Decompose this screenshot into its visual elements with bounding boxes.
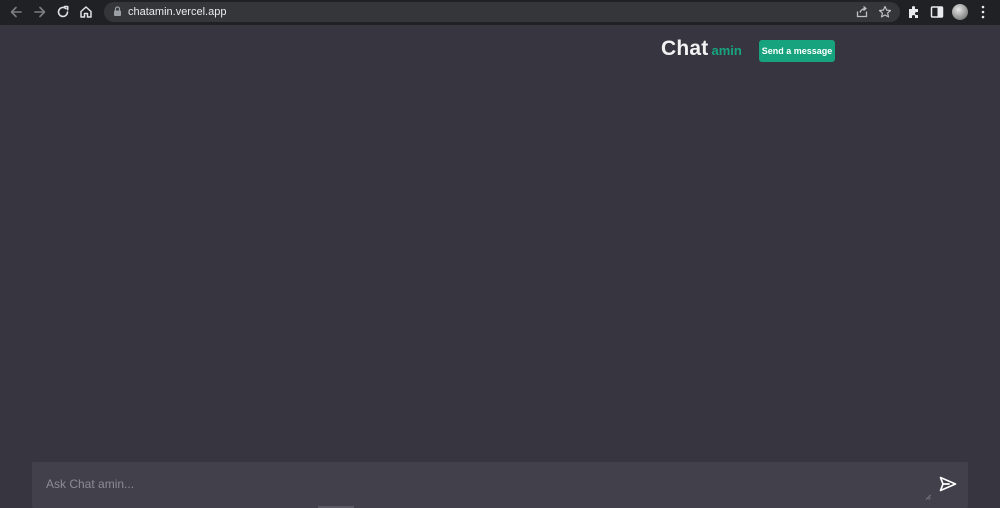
side-panel-icon[interactable] (929, 4, 945, 20)
send-message-button[interactable]: Send a message (759, 40, 835, 62)
share-icon[interactable] (855, 5, 869, 19)
brand-accent: amin (711, 43, 742, 58)
address-bar[interactable]: chatamin.vercel.app (104, 2, 900, 22)
kebab-menu-icon[interactable] (980, 5, 986, 19)
browser-toolbar: chatamin.vercel.app (0, 0, 1000, 25)
forward-button[interactable] (31, 3, 49, 21)
puzzle-icon[interactable] (906, 4, 922, 20)
reload-button[interactable] (54, 3, 72, 21)
brand-logo: Chat amin (661, 37, 742, 61)
home-button[interactable] (77, 3, 95, 21)
reload-icon (57, 5, 69, 18)
send-button[interactable] (937, 473, 959, 495)
back-button[interactable] (7, 3, 25, 21)
lock-icon (114, 6, 121, 16)
arrow-right-icon (34, 6, 46, 18)
message-input[interactable] (32, 462, 922, 508)
chat-page: Chat amin Send a message (0, 25, 1000, 508)
brand-title: Chat (661, 37, 709, 60)
url-text: chatamin.vercel.app (128, 6, 227, 18)
arrow-left-icon (10, 6, 22, 18)
star-icon[interactable] (878, 5, 892, 19)
home-icon (80, 6, 92, 18)
avatar[interactable] (952, 4, 968, 20)
resize-grip-icon[interactable] (924, 493, 931, 500)
message-composer (32, 462, 968, 508)
send-icon (939, 476, 957, 492)
